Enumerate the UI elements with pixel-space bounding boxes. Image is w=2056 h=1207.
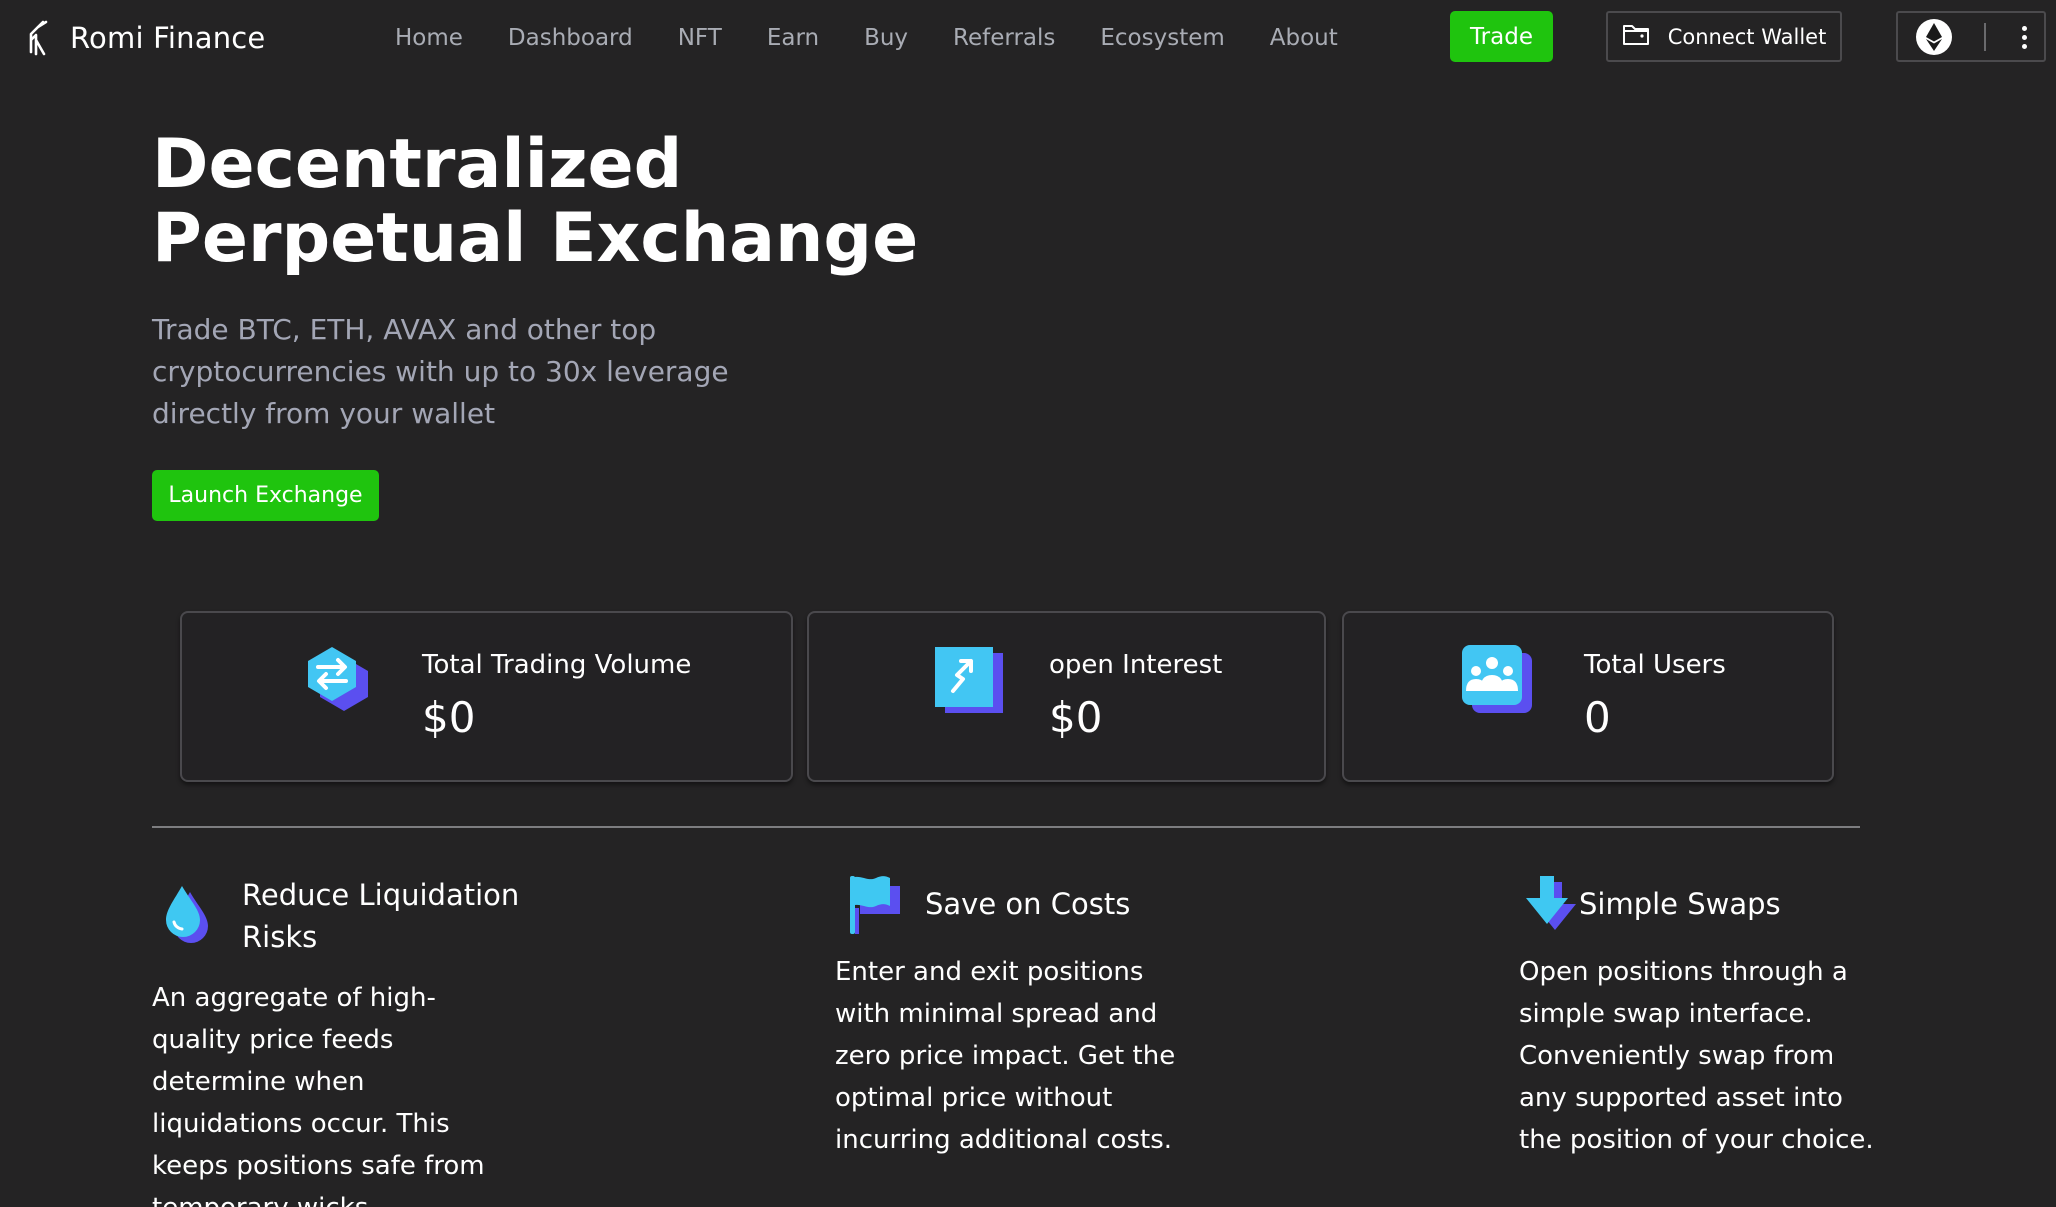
- swap-arrows-icon: [298, 641, 378, 721]
- feature-title: Reduce Liquidation Risks: [242, 878, 520, 954]
- section-divider: [152, 826, 1860, 828]
- hero-title: Decentralized Perpetual Exchange: [152, 128, 952, 276]
- arrow-down-icon: [1522, 874, 1584, 940]
- page: Romi Finance Home Dashboard NFT Earn Buy…: [0, 0, 2056, 1207]
- stat-label: open Interest: [1049, 650, 1223, 680]
- hero-title-line1: Decentralized: [152, 125, 683, 204]
- stat-label: Total Users: [1584, 650, 1726, 680]
- feature-text: An aggregate of high-quality price feeds…: [152, 983, 485, 1207]
- main-nav: Home Dashboard NFT Earn Buy Referrals Ec…: [395, 18, 1338, 58]
- brand-name: Romi Finance: [70, 21, 266, 55]
- nav-dashboard[interactable]: Dashboard: [508, 25, 633, 51]
- users-group-icon: [1456, 641, 1536, 721]
- nav-home[interactable]: Home: [395, 25, 463, 51]
- nav-nft[interactable]: NFT: [678, 25, 722, 51]
- feature-text: Open positions through a simple swap int…: [1519, 957, 1874, 1155]
- stat-card-trading-volume: Total Trading Volume $0: [180, 611, 793, 782]
- connect-wallet-label: Connect Wallet: [1667, 24, 1827, 49]
- nav-earn[interactable]: Earn: [767, 25, 819, 51]
- top-navbar: Romi Finance Home Dashboard NFT Earn Buy…: [0, 0, 2056, 76]
- ethereum-icon[interactable]: [1916, 19, 1952, 55]
- more-vertical-icon[interactable]: [2016, 21, 2032, 53]
- stat-value: 0: [1584, 693, 1611, 742]
- trend-arrow-icon: [927, 641, 1007, 721]
- nav-buy[interactable]: Buy: [864, 25, 908, 51]
- nav-referrals[interactable]: Referrals: [953, 25, 1055, 51]
- feature-title: Save on Costs: [925, 887, 1131, 921]
- nav-ecosystem[interactable]: Ecosystem: [1100, 25, 1224, 51]
- nav-about[interactable]: About: [1270, 25, 1338, 51]
- launch-exchange-button[interactable]: Launch Exchange: [152, 470, 379, 521]
- feature-text: Enter and exit positions with minimal sp…: [835, 957, 1176, 1155]
- stat-card-open-interest: open Interest $0: [807, 611, 1326, 782]
- connect-wallet-button[interactable]: Connect Wallet: [1606, 11, 1842, 62]
- hero-title-line2: Perpetual Exchange: [152, 199, 919, 278]
- stat-value: $0: [1049, 693, 1103, 742]
- feature-title: Simple Swaps: [1579, 887, 1781, 921]
- stat-card-total-users: Total Users 0: [1342, 611, 1834, 782]
- flag-icon: [846, 872, 906, 942]
- wallet-icon: [1622, 21, 1650, 52]
- brand[interactable]: Romi Finance: [22, 16, 265, 60]
- water-drop-icon: [156, 882, 222, 952]
- network-divider: [1984, 23, 1986, 51]
- romi-logo-icon: [22, 18, 52, 58]
- stat-label: Total Trading Volume: [422, 650, 692, 680]
- hero-subtitle: Trade BTC, ETH, AVAX and other top crypt…: [152, 313, 729, 430]
- trade-button[interactable]: Trade: [1450, 11, 1553, 62]
- stat-value: $0: [422, 693, 476, 742]
- network-menu: [1896, 11, 2046, 62]
